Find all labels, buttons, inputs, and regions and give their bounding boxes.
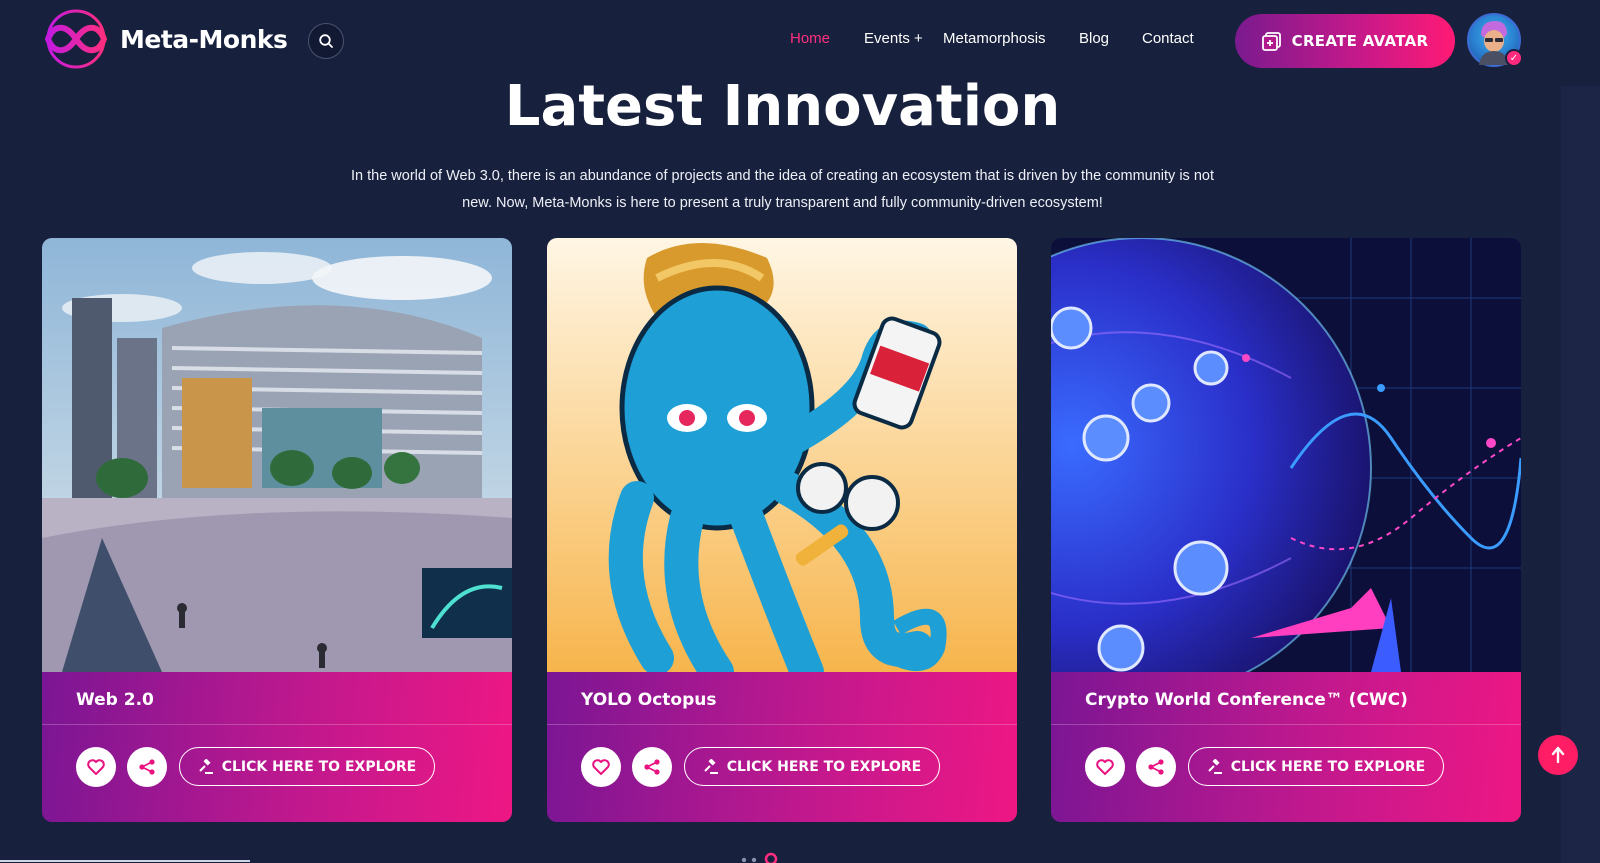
- nav-home[interactable]: Home: [790, 30, 830, 47]
- nav-events[interactable]: Events +: [864, 30, 923, 47]
- gavel-icon: [704, 758, 718, 774]
- share-icon: [644, 759, 660, 775]
- blue-octopus-illustration: [547, 238, 1017, 672]
- explore-button[interactable]: CLICK HERE TO EXPLORE: [179, 747, 435, 786]
- card-footer: YOLO Octopus CLICK HERE TO EXPLORE: [547, 672, 1017, 822]
- share-button[interactable]: [127, 747, 167, 787]
- share-button[interactable]: [1136, 747, 1176, 787]
- explore-label: CLICK HERE TO EXPLORE: [1230, 758, 1426, 775]
- card-divider: [547, 724, 1017, 725]
- gavel-icon: [199, 758, 213, 774]
- card-title: Web 2.0: [76, 690, 154, 710]
- arrow-up-icon: [1551, 746, 1565, 764]
- create-avatar-label: CREATE AVATAR: [1291, 32, 1429, 50]
- innovation-card: Web 2.0 CLICK HERE TO EXPLORE: [42, 238, 512, 822]
- like-button[interactable]: [581, 747, 621, 787]
- card-divider: [42, 724, 512, 725]
- explore-label: CLICK HERE TO EXPLORE: [221, 758, 417, 775]
- nav-blog[interactable]: Blog: [1079, 30, 1109, 47]
- user-avatar[interactable]: ✓: [1467, 13, 1523, 67]
- explore-button[interactable]: CLICK HERE TO EXPLORE: [684, 747, 940, 786]
- card-divider: [1051, 724, 1521, 725]
- carousel-dot[interactable]: [741, 857, 747, 863]
- divider-line: [0, 860, 250, 862]
- heart-icon: [592, 759, 610, 775]
- nav-metamorphosis[interactable]: Metamorphosis: [943, 30, 1046, 47]
- carousel-dot-active[interactable]: [764, 852, 778, 863]
- check-icon: ✓: [1505, 49, 1523, 67]
- futuristic-city-illustration: [42, 238, 512, 672]
- carousel-pagination: [741, 852, 778, 863]
- share-button[interactable]: [632, 747, 672, 787]
- scroll-to-top-button[interactable]: [1538, 735, 1578, 775]
- explore-label: CLICK HERE TO EXPLORE: [726, 758, 922, 775]
- explore-button[interactable]: CLICK HERE TO EXPLORE: [1188, 747, 1444, 786]
- card-title: Crypto World Conference™ (CWC): [1085, 690, 1408, 710]
- share-icon: [139, 759, 155, 775]
- innovation-card: Crypto World Conference™ (CWC) CLICK HER…: [1051, 238, 1521, 822]
- nav-contact[interactable]: Contact: [1142, 30, 1194, 47]
- heart-icon: [1096, 759, 1114, 775]
- create-avatar-button[interactable]: CREATE AVATAR: [1235, 14, 1455, 68]
- like-button[interactable]: [1085, 747, 1125, 787]
- card-footer: Crypto World Conference™ (CWC) CLICK HER…: [1051, 672, 1521, 822]
- section-title: Latest Innovation: [504, 74, 1061, 139]
- like-button[interactable]: [76, 747, 116, 787]
- gavel-icon: [1208, 758, 1222, 774]
- innovation-card: YOLO Octopus CLICK HERE TO EXPLORE: [547, 238, 1017, 822]
- heart-icon: [87, 759, 105, 775]
- section-description: In the world of Web 3.0, there is an abu…: [351, 168, 1214, 211]
- card-footer: Web 2.0 CLICK HERE TO EXPLORE: [42, 672, 512, 822]
- site-header: Meta-Monks Home Events + Metamorphosis B…: [0, 0, 1600, 84]
- card-title: YOLO Octopus: [581, 690, 717, 710]
- share-icon: [1148, 759, 1164, 775]
- add-avatar-icon: [1261, 32, 1281, 51]
- carousel-dot[interactable]: [751, 857, 757, 863]
- crypto-globe-illustration: [1051, 238, 1521, 672]
